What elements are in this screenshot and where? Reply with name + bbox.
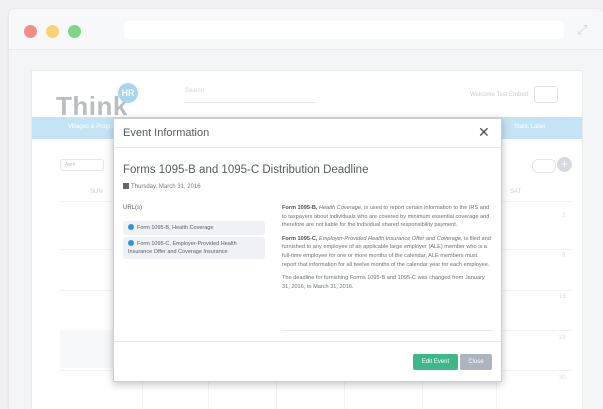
description-italic: Health Coverage, — [317, 205, 363, 211]
close-icon[interactable]: ✕ — [478, 124, 490, 140]
url-link-label: Form 1095-C, Employer-Provided Health In… — [128, 241, 237, 255]
modal-header: Event Information ✕ — [114, 119, 501, 148]
description-italic: Employer-Provided Health Insurance Offer… — [317, 235, 463, 242]
url-link-label: Form 1095-B, Health Coverage — [137, 225, 214, 231]
url-link-1095b[interactable]: Form 1095-B, Health Coverage — [123, 221, 265, 235]
globe-icon — [128, 224, 134, 230]
divider — [282, 330, 492, 331]
url-link-1095c[interactable]: Form 1095-C, Employer-Provided Health In… — [123, 237, 265, 259]
description-paragraph: Form 1095-B, Health Coverage, is used to… — [282, 204, 492, 230]
description-paragraph: Form 1095-C, Employer-Provided Health In… — [282, 235, 492, 269]
description-bold: Form 1095-B, — [282, 205, 318, 211]
event-date: Thursday, March 31, 2016 — [123, 183, 201, 190]
description-text: The deadline for furnishing Forms 1095-B… — [282, 275, 485, 290]
event-date-text: Thursday, March 31, 2016 — [131, 184, 201, 190]
event-info-modal: Event Information ✕ Forms 1095-B and 109… — [113, 118, 502, 382]
event-title: Forms 1095-B and 1095-C Distribution Dea… — [123, 164, 369, 176]
description-bold: Form 1095-C, — [282, 235, 318, 242]
modal-title: Event Information — [123, 127, 210, 139]
description-paragraph: The deadline for furnishing Forms 1095-B… — [282, 274, 492, 291]
event-description: Form 1095-B, Health Coverage, is used to… — [282, 204, 492, 296]
close-button[interactable]: Close — [460, 354, 492, 370]
urls-label: URL(s) — [123, 205, 142, 211]
globe-icon — [128, 240, 134, 246]
calendar-icon — [123, 183, 129, 189]
edit-event-button[interactable]: Edit Event — [413, 354, 458, 370]
